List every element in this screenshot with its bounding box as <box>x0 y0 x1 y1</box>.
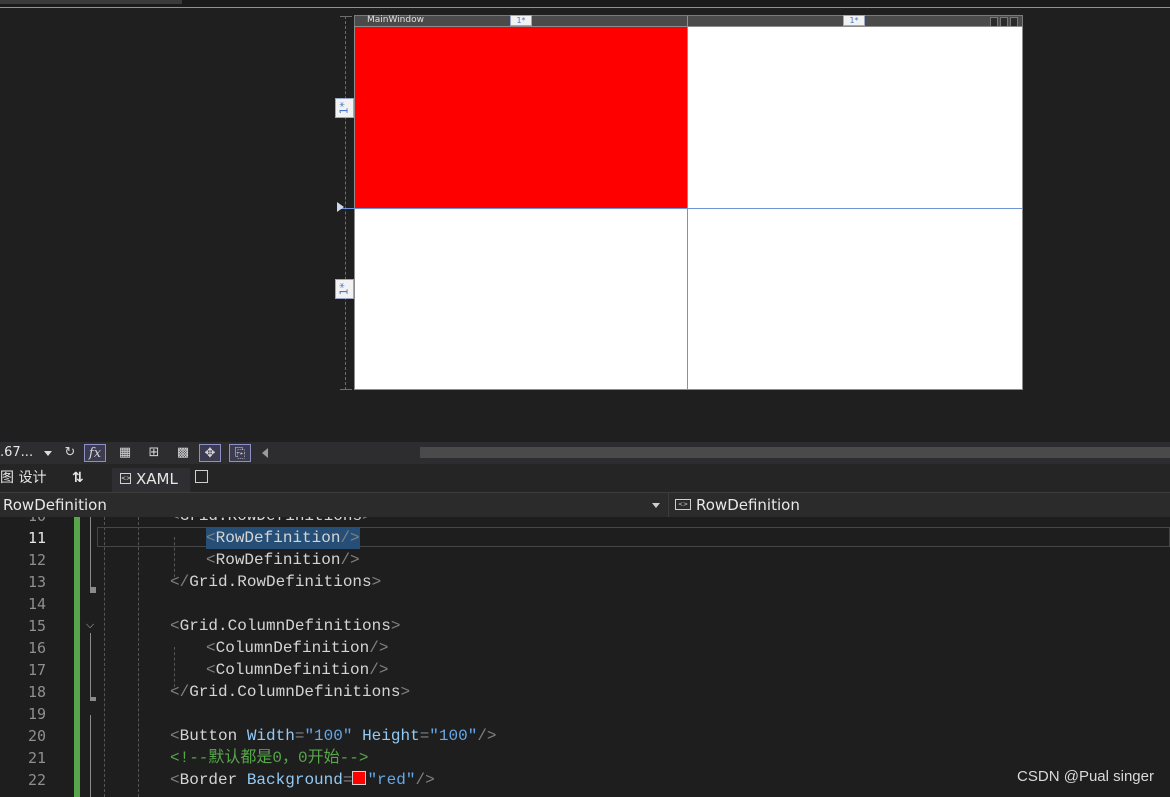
code-text: <RowDefinition/> <box>206 551 360 569</box>
horizontal-scrollbar[interactable] <box>420 447 1170 458</box>
code-line: 15 <Grid.ColumnDefinitions> <box>0 615 1170 637</box>
line-number: 17 <box>27 661 46 679</box>
line-number: 16 <box>27 639 46 657</box>
rail-tick <box>340 389 352 390</box>
grid-canvas[interactable] <box>341 16 1023 390</box>
zoom-value: .67... <box>0 445 34 460</box>
code-text: <ColumnDefinition/> <box>206 639 389 657</box>
code-line: 16 <ColumnDefinition/> <box>0 637 1170 659</box>
member-dropdown[interactable]: <> RowDefinition <box>668 493 1170 517</box>
window-title: MainWindow <box>367 15 424 25</box>
code-line: 19 <box>0 703 1170 725</box>
chevron-down-icon <box>44 451 52 456</box>
navigation-bar: RowDefinition <> RowDefinition <box>0 492 1170 518</box>
line-number: 22 <box>27 771 46 789</box>
code-text: <Button Width="100" Height="100"/> <box>170 727 497 745</box>
grid-button[interactable]: ▦ <box>114 444 136 462</box>
line-number: 20 <box>27 727 46 745</box>
code-line: 20 <Button Width="100" Height="100"/> <box>0 725 1170 747</box>
color-swatch-icon[interactable] <box>352 771 367 785</box>
row-splitter[interactable] <box>341 208 1022 209</box>
column-splitter[interactable] <box>687 16 688 389</box>
line-number: 15 <box>27 617 46 635</box>
refresh-button[interactable]: ↻ <box>59 444 81 462</box>
xaml-code-editor[interactable]: ⌵ 10 <Grid.RowDefinitions> 11 <RowDefini… <box>0 517 1170 797</box>
row-size-label: 1* <box>337 101 351 115</box>
code-text-selected: <RowDefinition/> <box>206 527 360 549</box>
designer-toolbar: .67... ↻ fx ▦ ⊞ ▩ ✥ ⎘ <box>0 442 1170 464</box>
code-text: <ColumnDefinition/> <box>206 661 389 679</box>
type-dropdown[interactable]: RowDefinition <box>3 495 107 515</box>
column-size-marker[interactable]: 1* <box>510 15 532 26</box>
tab-xaml[interactable]: <> XAML <box>112 468 190 492</box>
row-size-marker[interactable]: 1* <box>335 98 354 118</box>
window-title-bar: MainWindow <box>354 15 1023 26</box>
snap-to-snaplines-icon: ✥ <box>204 446 216 461</box>
row-rail <box>345 16 346 390</box>
fx-icon: fx <box>88 446 102 461</box>
code-text: <Border Background= "red"/> <box>170 771 435 789</box>
code-line: 11 <RowDefinition/> <box>0 527 1170 549</box>
line-number: 14 <box>27 595 46 613</box>
line-number: 19 <box>27 705 46 723</box>
swap-panes-icon[interactable]: ⇅ <box>72 468 84 488</box>
refresh-icon: ↻ <box>64 445 76 460</box>
design-surface[interactable]: MainWindow 1* 1* 1* 1* <box>0 8 1170 442</box>
snap-gridlines-button[interactable]: ⊞ <box>143 444 165 462</box>
column-size-marker[interactable]: 1* <box>843 15 865 26</box>
row-split-arrow-icon <box>337 202 344 212</box>
code-comment: <!--默认都是0，0开始--> <box>170 749 369 767</box>
code-line: 21 <!--默认都是0，0开始--> <box>0 747 1170 769</box>
tab-xaml-label: XAML <box>136 470 178 488</box>
snap-gridlines-icon: ⊞ <box>148 445 160 460</box>
view-tabs: 图 设计 ⇅ <> XAML <box>0 464 1170 492</box>
code-line: 14 <box>0 593 1170 615</box>
snap-to-snaplines-button[interactable]: ✥ <box>199 444 221 462</box>
code-line: 17 <ColumnDefinition/> <box>0 659 1170 681</box>
artboard-background-icon: ▩ <box>176 445 190 460</box>
watermark: CSDN @Pual singer <box>1017 768 1154 785</box>
line-number: 10 <box>0 517 46 527</box>
row-size-marker[interactable]: 1* <box>335 279 354 299</box>
code-line: 12 <RowDefinition/> <box>0 549 1170 571</box>
code-text: <Grid.ColumnDefinitions> <box>170 617 401 635</box>
document-tab-strip <box>0 0 182 4</box>
tab-design[interactable]: 图 设计 <box>0 468 46 488</box>
code-text: </Grid.RowDefinitions> <box>170 573 382 591</box>
project-code-button[interactable]: ⎘ <box>229 444 251 462</box>
code-text: </Grid.ColumnDefinitions> <box>170 683 411 701</box>
project-code-icon: ⎘ <box>234 446 246 461</box>
row-size-label: 1* <box>337 282 351 296</box>
line-number: 11 <box>27 529 46 547</box>
border-red-cell[interactable] <box>355 27 687 208</box>
rail-tick <box>340 16 352 17</box>
line-number: 12 <box>27 551 46 569</box>
xaml-icon: <> <box>120 473 132 484</box>
line-number: 13 <box>27 573 46 591</box>
member-dropdown-label: RowDefinition <box>696 496 800 514</box>
fx-button[interactable]: fx <box>84 444 106 462</box>
zoom-select[interactable]: .67... <box>0 444 54 462</box>
code-line: 13 </Grid.RowDefinitions> <box>0 571 1170 593</box>
code-text: <Grid.RowDefinitions> <box>170 517 372 527</box>
scroll-left-icon[interactable] <box>262 448 268 458</box>
code-line: 18 </Grid.ColumnDefinitions> <box>0 681 1170 703</box>
window-top-border <box>0 0 1170 8</box>
line-number: 18 <box>27 683 46 701</box>
code-line: 22 <Border Background= "red"/> <box>0 769 1170 791</box>
line-number: 21 <box>27 749 46 767</box>
code-line: 10 <Grid.RowDefinitions> <box>0 517 1170 527</box>
grid-icon: ▦ <box>118 445 132 460</box>
artboard-background-button[interactable]: ▩ <box>172 444 194 462</box>
element-icon: <> <box>675 499 691 510</box>
popout-icon[interactable] <box>195 470 208 483</box>
chevron-down-icon[interactable] <box>652 503 660 508</box>
